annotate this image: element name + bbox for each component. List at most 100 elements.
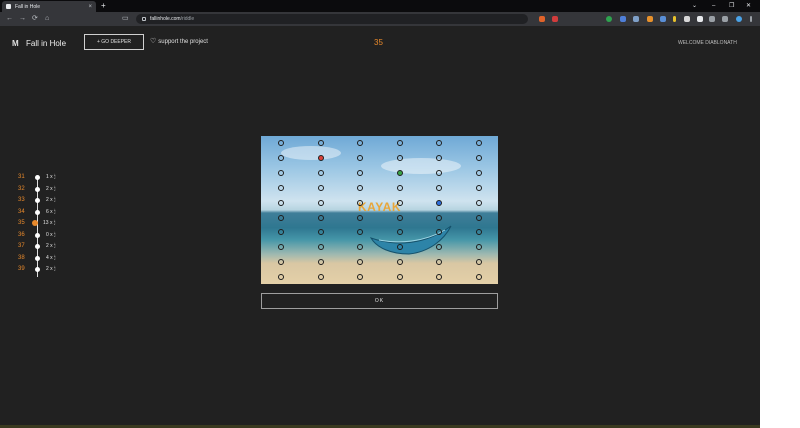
hole[interactable]	[396, 184, 403, 191]
forward-icon[interactable]: →	[19, 13, 26, 25]
support-link[interactable]: ♡ support the project	[150, 38, 208, 45]
hole[interactable]	[396, 214, 403, 221]
hole[interactable]	[357, 229, 364, 236]
hole[interactable]	[357, 154, 364, 161]
hole[interactable]	[278, 244, 284, 251]
extension-blue-icon[interactable]	[660, 16, 666, 22]
level-dot-icon	[35, 186, 40, 192]
minimize-button[interactable]: –	[712, 0, 715, 12]
hole[interactable]	[357, 259, 364, 266]
hole[interactable]	[357, 199, 364, 206]
level-item-36[interactable]: 36 0 x 🕯	[0, 230, 90, 241]
restore-button[interactable]: ❐	[729, 0, 734, 12]
level-hint-count: 6 x 🕯	[46, 208, 56, 215]
hole[interactable]	[476, 274, 482, 281]
brave-shield-icon[interactable]	[539, 16, 545, 22]
install-icon[interactable]: ▭	[122, 13, 129, 25]
hole[interactable]	[278, 199, 284, 206]
hole[interactable]	[317, 259, 324, 266]
hole[interactable]	[278, 259, 284, 266]
address-bar[interactable]: fallinhole.com /riddle	[136, 14, 528, 24]
profile-avatar-icon[interactable]	[736, 16, 742, 22]
hole[interactable]	[317, 199, 324, 206]
level-dot-icon	[35, 244, 40, 249]
hole[interactable]	[436, 169, 443, 176]
hole[interactable]	[476, 184, 482, 191]
hole[interactable]	[476, 214, 482, 221]
extension-pin-icon[interactable]	[673, 16, 676, 22]
new-tab-button[interactable]: +	[101, 0, 106, 12]
hole[interactable]	[278, 169, 284, 176]
hole[interactable]	[396, 259, 403, 266]
hole-red[interactable]	[317, 154, 324, 161]
hole[interactable]	[396, 199, 403, 206]
level-item-33[interactable]: 33 2 x 🕯	[0, 195, 90, 206]
hole[interactable]	[357, 274, 364, 281]
go-deeper-button[interactable]: + GO DEEPER	[84, 34, 144, 50]
hole[interactable]	[317, 244, 324, 251]
hole[interactable]	[396, 154, 403, 161]
hole[interactable]	[476, 229, 482, 236]
reload-icon[interactable]: ⟳	[32, 13, 38, 25]
extensions-puzzle-icon[interactable]	[697, 16, 703, 22]
level-item-32[interactable]: 32 2 x 🕯	[0, 184, 90, 195]
extension-fox-icon[interactable]	[647, 16, 653, 22]
extension-green-icon[interactable]	[606, 16, 612, 22]
hole[interactable]	[476, 169, 482, 176]
level-item-38[interactable]: 38 4 x 🕯	[0, 253, 90, 264]
hole[interactable]	[357, 169, 364, 176]
level-item-35[interactable]: 35 13 x 🕯	[0, 218, 90, 229]
back-icon[interactable]: ←	[6, 13, 13, 25]
hole[interactable]	[396, 274, 403, 281]
side-panel-icon[interactable]	[722, 16, 728, 22]
hole[interactable]	[278, 214, 284, 221]
hole[interactable]	[476, 259, 482, 266]
site-logo[interactable]: M Fall in Hole	[12, 39, 66, 48]
hole[interactable]	[357, 140, 364, 146]
extension-document-icon[interactable]	[684, 16, 690, 22]
hole[interactable]	[317, 184, 324, 191]
hole[interactable]	[357, 244, 364, 251]
hole[interactable]	[357, 214, 364, 221]
hole[interactable]	[476, 244, 482, 251]
welcome-user[interactable]: WELCOME DIABLONATH	[678, 40, 737, 46]
level-item-39[interactable]: 39 2 x 🕯	[0, 264, 90, 275]
hole[interactable]	[476, 140, 482, 146]
hole-green[interactable]	[396, 169, 403, 176]
hole[interactable]	[278, 154, 284, 161]
level-item-34[interactable]: 34 6 x 🕯	[0, 207, 90, 218]
hole[interactable]	[436, 184, 443, 191]
close-tab-icon[interactable]: ×	[88, 4, 92, 10]
hole[interactable]	[317, 169, 324, 176]
hole[interactable]	[317, 140, 324, 146]
browser-menu-icon[interactable]	[750, 16, 752, 22]
hole[interactable]	[278, 140, 284, 146]
hole[interactable]	[317, 229, 324, 236]
level-item-37[interactable]: 37 2 x 🕯	[0, 241, 90, 252]
hole[interactable]	[436, 140, 443, 146]
hole[interactable]	[476, 199, 482, 206]
extension-translate-icon[interactable]	[620, 16, 626, 22]
level-item-31[interactable]: 31 1 x 🕯	[0, 172, 90, 183]
tab-fall-in-hole[interactable]: Fall in Hole ×	[2, 1, 96, 12]
hole[interactable]	[317, 274, 324, 281]
level-hint-count: 2 x 🕯	[46, 185, 56, 192]
hole[interactable]	[436, 214, 443, 221]
extension-badge-icon[interactable]	[552, 16, 558, 22]
cloud	[281, 146, 341, 160]
close-window-button[interactable]: ✕	[746, 0, 751, 12]
reading-list-icon[interactable]	[709, 16, 715, 22]
extension-picture-icon[interactable]	[633, 16, 639, 22]
hole[interactable]	[278, 274, 284, 281]
home-icon[interactable]: ⌂	[45, 13, 49, 25]
hole[interactable]	[396, 140, 403, 146]
hole[interactable]	[476, 154, 482, 161]
hole[interactable]	[436, 274, 443, 281]
hole[interactable]	[278, 229, 284, 236]
hole[interactable]	[357, 184, 364, 191]
hole[interactable]	[436, 259, 443, 266]
tab-search-icon[interactable]: ⌄	[692, 0, 697, 12]
ok-button[interactable]: OK	[261, 293, 498, 309]
hole[interactable]	[278, 184, 284, 191]
hole[interactable]	[317, 214, 324, 221]
